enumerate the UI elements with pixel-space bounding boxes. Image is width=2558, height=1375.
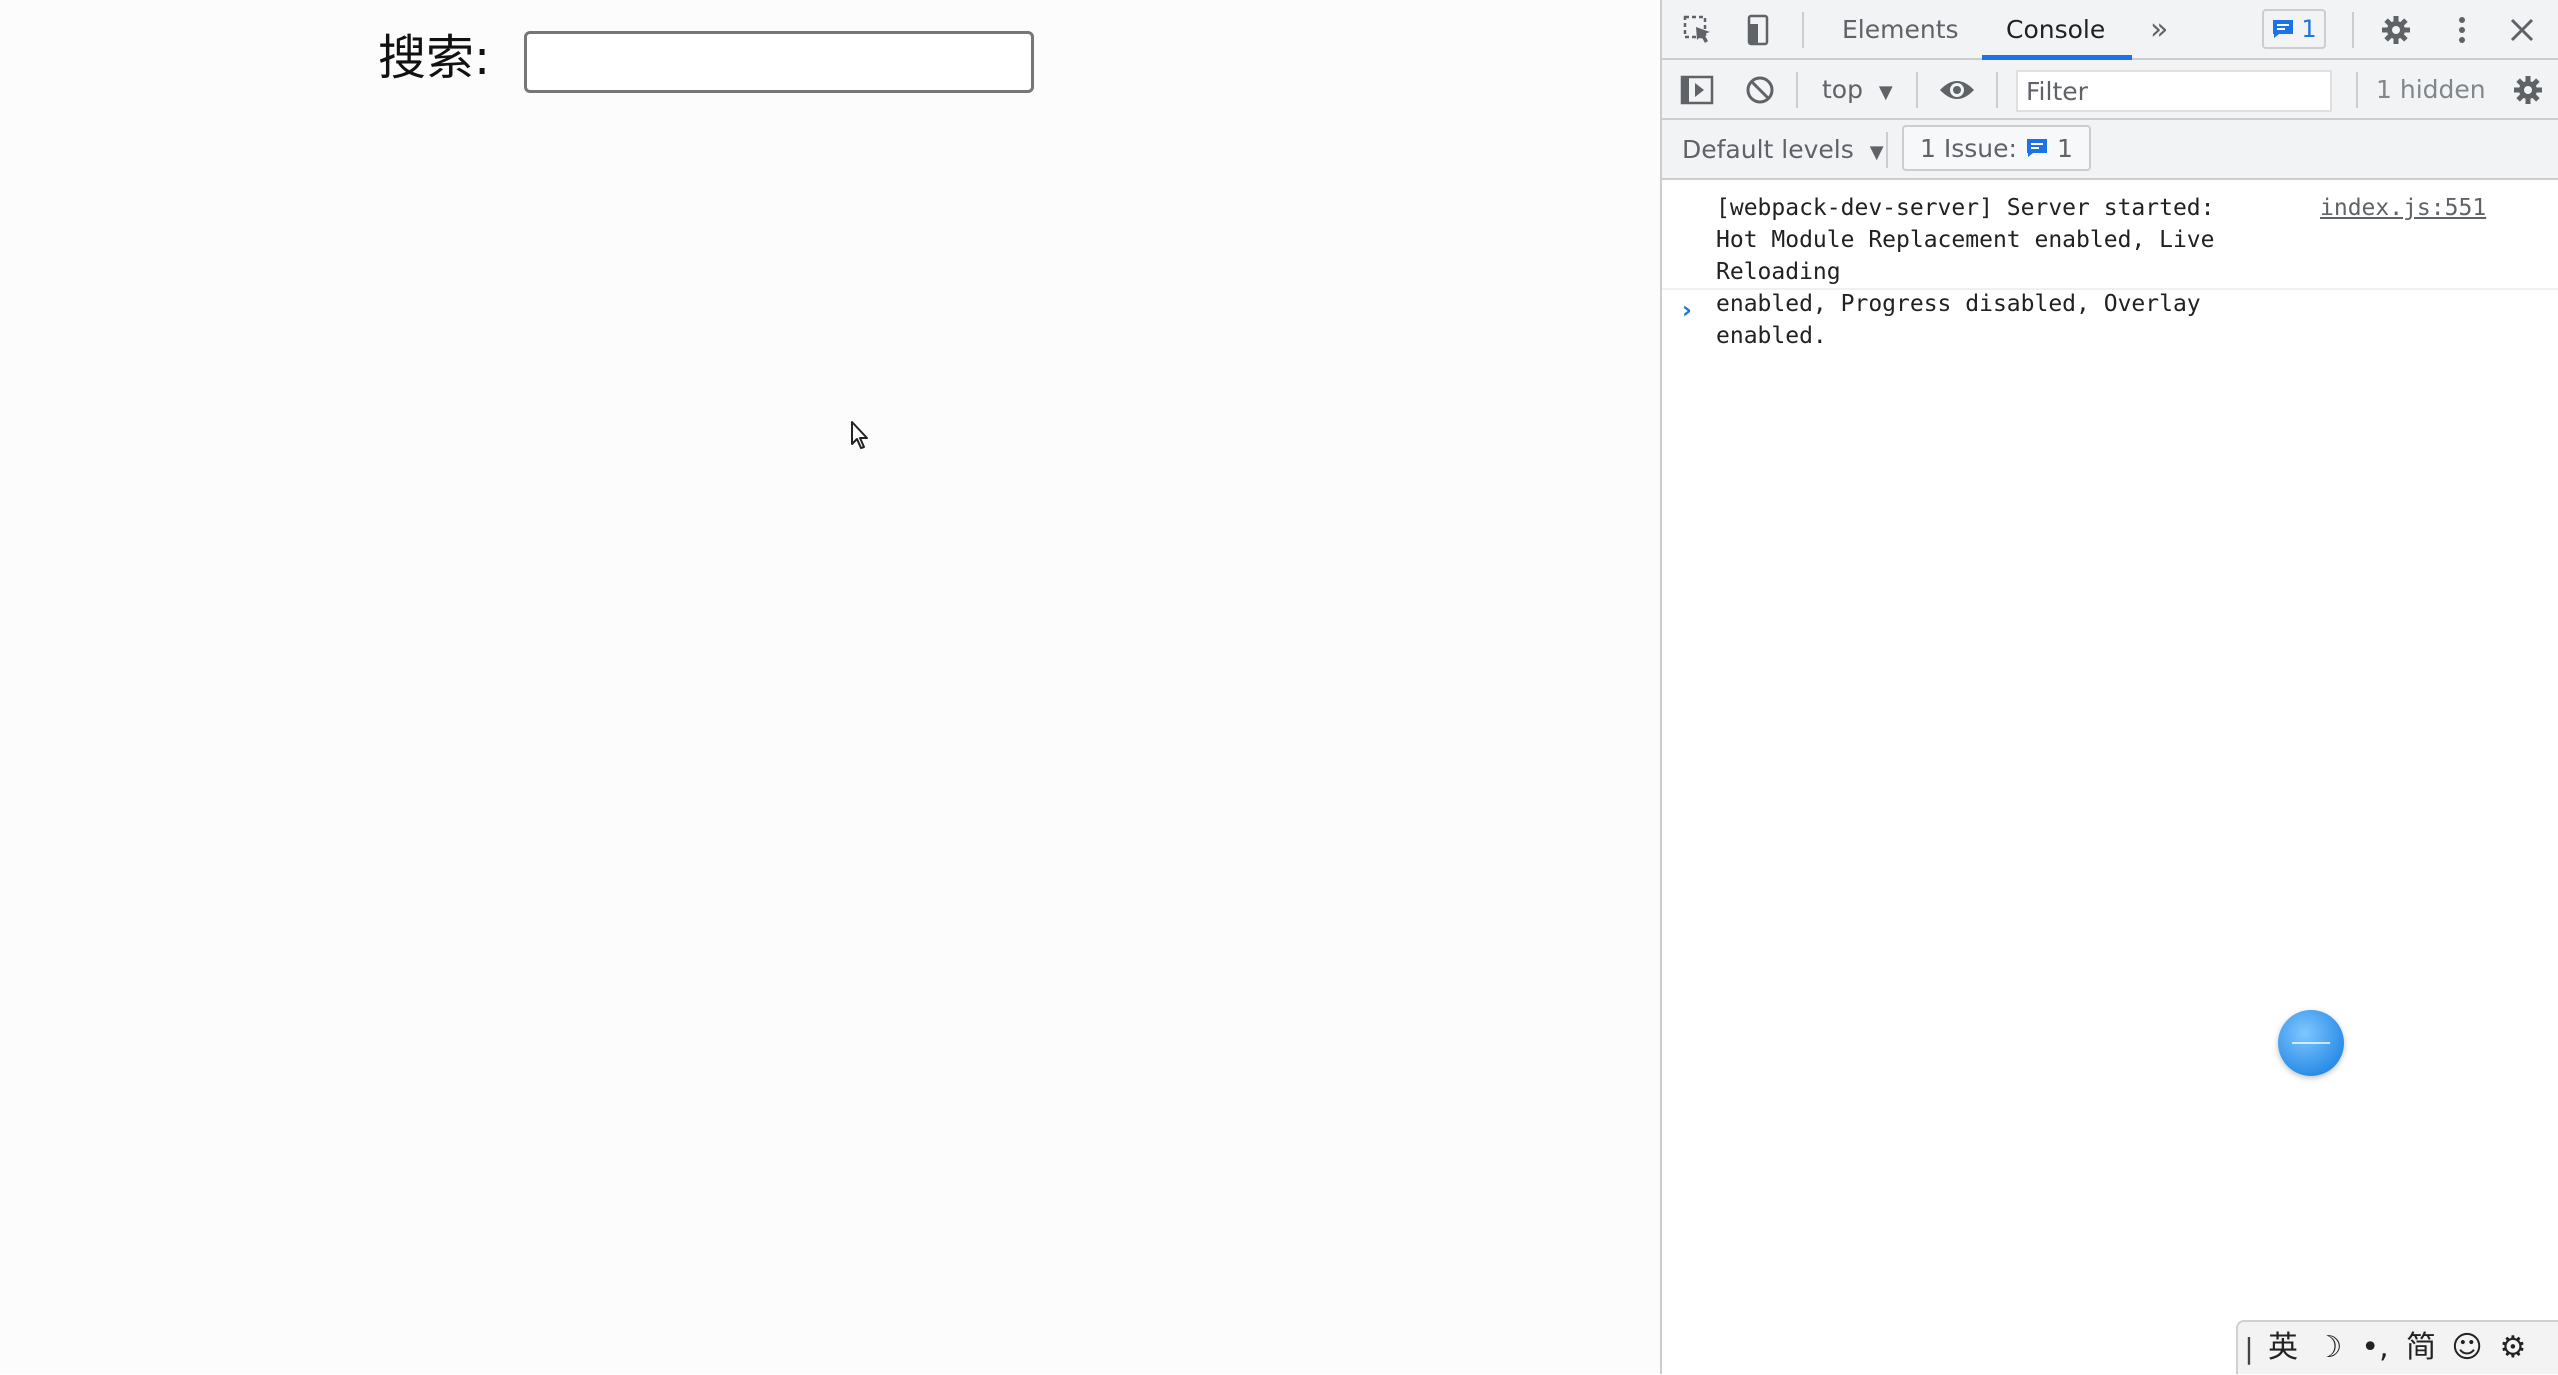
separator [2352,12,2354,48]
more-tabs-button[interactable]: » [2150,0,2168,58]
device-toolbar-icon[interactable] [1740,12,1776,48]
clear-console-icon[interactable] [1742,72,1778,108]
close-icon[interactable] [2504,12,2540,48]
show-sidebar-icon[interactable] [1678,72,1716,108]
separator [1796,72,1798,108]
more-options-icon[interactable] [2444,12,2480,48]
context-label: top [1822,75,1863,104]
separator [2356,72,2358,108]
ime-grip-handle[interactable]: | [2238,1332,2260,1365]
ime-emoji-icon[interactable]: ☺ [2444,1321,2490,1375]
issues-button[interactable]: 1 Issue: 1 [1902,125,2091,171]
live-expression-eye-icon[interactable] [1936,72,1978,108]
context-selector[interactable]: top ▼ [1822,60,1893,120]
console-settings-gear-icon[interactable] [2510,72,2546,108]
devtools-panel: Elements Console » 1 top ▼ Filter 1 hidd… [1660,0,2558,1374]
ime-language-toggle[interactable]: 英 [2260,1321,2306,1375]
message-icon [2273,20,2294,38]
separator [1886,132,1888,168]
floating-assistant-ball-icon[interactable] [2278,1010,2344,1076]
chevron-down-icon: ▼ [1878,82,1893,103]
web-page: 搜索: [0,0,1660,1374]
search-label: 搜索: [378,30,491,86]
hidden-messages-count: 1 hidden [2376,75,2486,104]
inspect-element-icon[interactable] [1680,12,1716,48]
ime-script-toggle[interactable]: 简 [2398,1321,2444,1375]
devtools-tabbar: Elements Console » 1 [1662,0,2558,60]
issue-button-count: 1 [2056,133,2073,163]
console-message-text: [webpack-dev-server] Server started: Hot… [1716,195,2215,349]
issues-badge-count: 1 [2301,15,2317,43]
filter-input[interactable] [2016,70,2332,112]
message-icon [2026,139,2047,157]
separator [1916,72,1918,108]
console-message-source-link[interactable]: index.js:551 [2320,192,2486,224]
ime-moon-icon[interactable]: ☽ [2306,1321,2352,1375]
tab-elements[interactable]: Elements [1842,0,1959,58]
issues-badge-button[interactable]: 1 [2262,9,2326,49]
separator [1996,72,1998,108]
separator [1802,12,1804,48]
ime-settings-icon[interactable]: ⚙ [2490,1321,2536,1375]
mouse-cursor-icon [851,421,868,449]
console-message: [webpack-dev-server] Server started: Hot… [1662,180,2558,349]
ime-toolbar: | 英 ☽ •, 简 ☺ ⚙ [2236,1320,2558,1374]
tab-console[interactable]: Console [2006,0,2105,58]
search-input[interactable] [524,31,1034,93]
chevron-down-icon: ▼ [1869,142,1884,163]
levels-label: Default levels [1682,135,1854,164]
settings-gear-icon[interactable] [2378,12,2414,48]
console-prompt-caret-icon[interactable]: › [1682,296,1692,324]
issue-button-label: 1 Issue: [1920,133,2017,163]
ime-punctuation-toggle[interactable]: •, [2352,1321,2398,1375]
log-levels-dropdown[interactable]: Default levels ▼ [1682,120,1884,180]
